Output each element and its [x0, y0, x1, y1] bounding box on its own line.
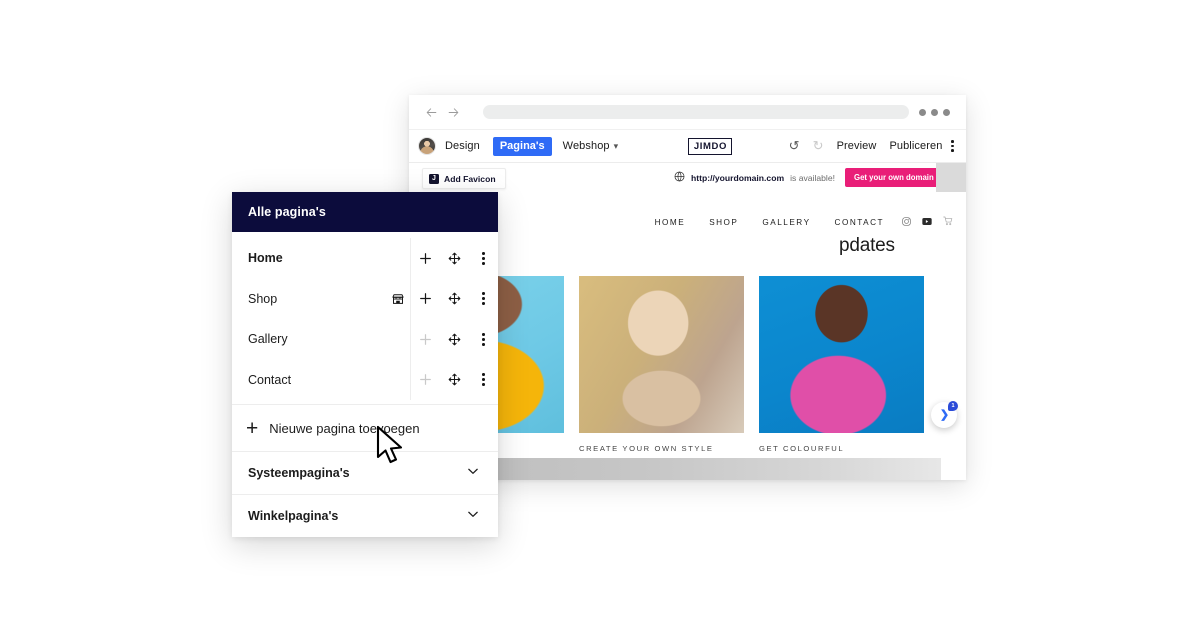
add-new-page-button[interactable]: + Nieuwe pagina toevoegen: [232, 404, 498, 451]
jimdo-favicon-icon: J: [429, 173, 439, 184]
pages-panel: Alle pagina's Home Shop Gallery Contact …: [232, 192, 498, 537]
site-nav-shop[interactable]: SHOP: [709, 218, 738, 227]
add-new-page-label: Nieuwe pagina toevoegen: [269, 420, 420, 436]
chevron-down-icon[interactable]: [466, 507, 480, 526]
page-row-actions: [410, 238, 498, 279]
page-item-label[interactable]: Contact: [232, 373, 386, 387]
page-item-label[interactable]: Shop: [232, 292, 386, 306]
redo-button[interactable]: ↻: [813, 138, 824, 154]
kebab-menu-icon[interactable]: [474, 292, 494, 306]
page-row-actions: [410, 319, 498, 360]
add-favicon-button[interactable]: J Add Favicon: [422, 168, 506, 189]
add-favicon-label: Add Favicon: [444, 173, 496, 184]
group-shop-pages[interactable]: Winkelpagina's: [232, 494, 498, 537]
get-domain-button[interactable]: Get your own domain: [845, 168, 943, 187]
site-section-heading: pdates: [839, 235, 895, 256]
site-nav-contact[interactable]: CONTACT: [835, 218, 884, 227]
list-item[interactable]: Home: [232, 238, 498, 279]
globe-icon: [674, 169, 685, 187]
user-avatar[interactable]: [418, 137, 436, 155]
storefront-icon: [386, 293, 410, 305]
arrow-left-icon[interactable]: [423, 104, 440, 121]
gallery-card[interactable]: GET COLOURFUL: [759, 276, 924, 453]
chat-widget-button[interactable]: ❯ 1: [931, 401, 958, 428]
page-row-actions: [410, 359, 498, 400]
list-item[interactable]: Shop: [232, 278, 498, 319]
address-bar[interactable]: [483, 105, 909, 119]
move-arrows-icon[interactable]: [445, 373, 465, 386]
tab-pages[interactable]: Pagina's: [492, 136, 552, 156]
domain-bar: J Add Favicon http://yourdomain.com is a…: [409, 163, 966, 192]
chevron-right-icon: ❯: [939, 408, 950, 421]
kebab-menu-icon[interactable]: [474, 332, 494, 346]
list-item[interactable]: Gallery: [232, 319, 498, 360]
page-item-label[interactable]: Home: [232, 251, 386, 265]
chevron-down-icon[interactable]: [466, 464, 480, 483]
plus-icon: [416, 333, 436, 346]
plus-icon: [416, 373, 436, 386]
jimdo-logo: JIMDO: [687, 137, 732, 155]
gallery-card-image: [579, 276, 744, 433]
move-arrows-icon[interactable]: [445, 333, 465, 346]
chevron-down-icon[interactable]: ▾: [614, 141, 619, 152]
group-system-pages[interactable]: Systeempagina's: [232, 451, 498, 494]
editor-toolbar: Design Pagina's Webshop ▾ JIMDO ↺ ↻ Prev…: [409, 130, 966, 163]
domain-url-text: http://yourdomain.com: [691, 172, 785, 183]
site-footer-placeholder: [421, 458, 941, 480]
browser-chrome: [409, 95, 966, 130]
domain-bar-right-panel: [936, 163, 966, 192]
youtube-icon[interactable]: [922, 213, 932, 231]
gallery-card-caption: GET COLOURFUL: [759, 444, 845, 453]
move-arrows-icon[interactable]: [445, 252, 465, 265]
domain-available-text: is available!: [790, 172, 836, 183]
instagram-icon[interactable]: [902, 213, 911, 231]
plus-icon[interactable]: [416, 252, 436, 265]
page-row-actions: [410, 278, 498, 319]
preview-button[interactable]: Preview: [837, 140, 877, 152]
site-nav-home[interactable]: HOME: [655, 218, 686, 227]
kebab-menu-icon[interactable]: [951, 140, 955, 152]
chat-unread-badge: 1: [948, 401, 958, 411]
plus-icon: +: [246, 416, 259, 440]
undo-button[interactable]: ↺: [789, 138, 800, 154]
publish-button[interactable]: Publiceren: [889, 140, 942, 152]
plus-icon[interactable]: [416, 292, 436, 305]
group-label: Winkelpagina's: [248, 509, 339, 523]
window-dots[interactable]: [919, 108, 950, 116]
gallery-card-caption: CREATE YOUR OWN STYLE: [579, 444, 714, 453]
page-item-label[interactable]: Gallery: [232, 332, 386, 346]
kebab-menu-icon[interactable]: [474, 251, 494, 265]
tab-design[interactable]: Design: [445, 140, 480, 152]
gallery-card-image: [759, 276, 924, 433]
move-arrows-icon[interactable]: [445, 292, 465, 305]
tab-webshop[interactable]: Webshop: [563, 140, 610, 152]
list-item[interactable]: Contact: [232, 359, 498, 400]
gallery-card[interactable]: CREATE YOUR OWN STYLE: [579, 276, 744, 453]
shopping-cart-icon[interactable]: [943, 213, 953, 231]
arrow-right-icon[interactable]: [445, 104, 462, 121]
pages-panel-header: Alle pagina's: [232, 192, 498, 232]
page-list: Home Shop Gallery Contact: [232, 232, 498, 404]
group-label: Systeempagina's: [248, 466, 350, 480]
kebab-menu-icon[interactable]: [474, 373, 494, 387]
site-nav-gallery[interactable]: GALLERY: [762, 218, 810, 227]
page-title: Alle pagina's: [248, 205, 326, 219]
domain-status: http://yourdomain.com is available! Get …: [674, 163, 943, 192]
